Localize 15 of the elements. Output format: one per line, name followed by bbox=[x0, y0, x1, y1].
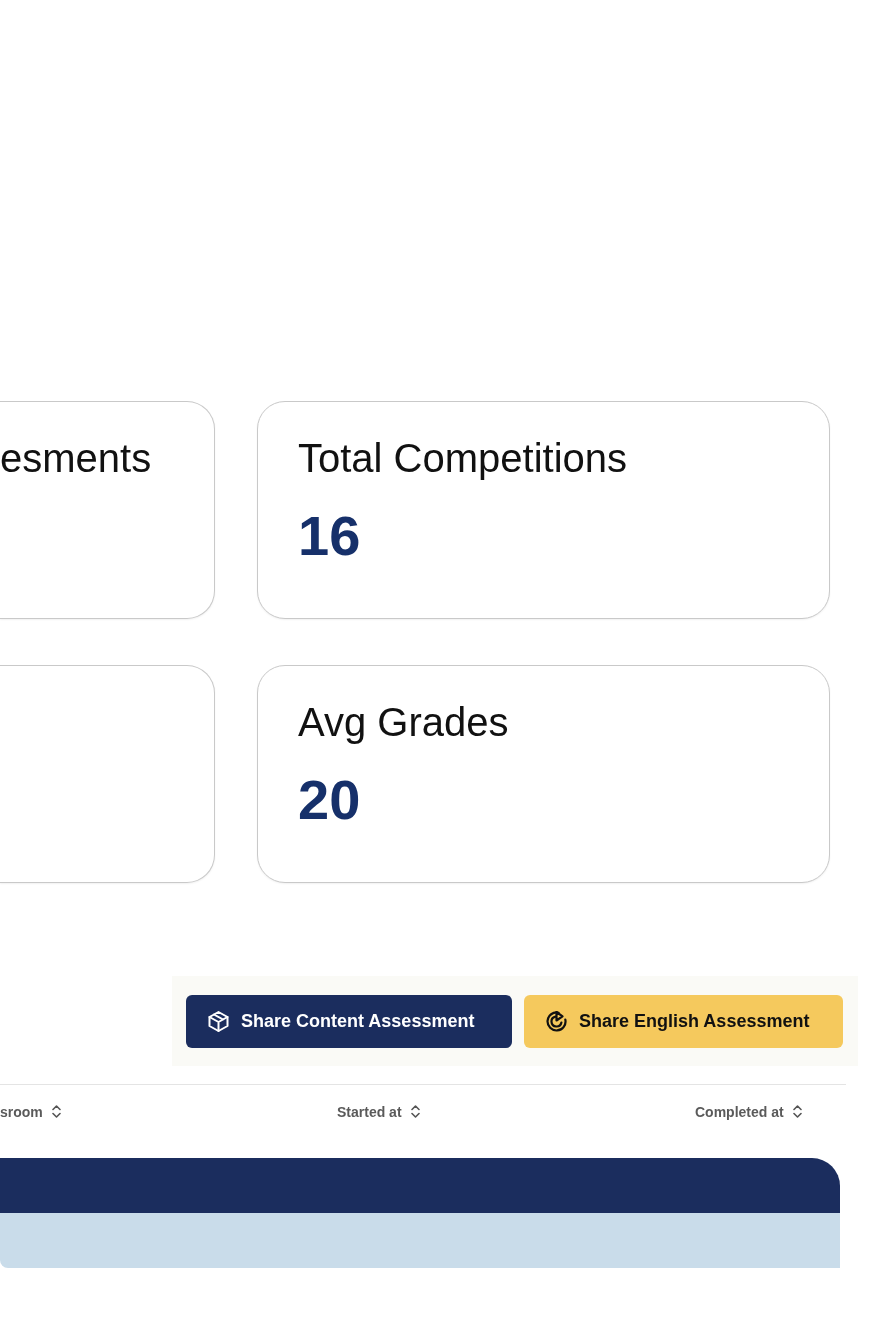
column-header[interactable]: Started at bbox=[337, 1103, 420, 1120]
stat-value: 16 bbox=[298, 504, 361, 568]
sort-icon bbox=[792, 1105, 802, 1118]
stat-label: Total Competitions bbox=[298, 435, 628, 482]
stat-value: 20 bbox=[298, 768, 361, 832]
column-header[interactable]: Completed at bbox=[695, 1103, 802, 1120]
share-button[interactable]: Share English Assessment bbox=[524, 995, 843, 1048]
sort-icon bbox=[410, 1105, 420, 1118]
sort-icon bbox=[51, 1105, 61, 1118]
share-button[interactable]: Share Content Assessment bbox=[186, 995, 512, 1048]
circular-arrow-icon bbox=[546, 1011, 567, 1032]
cube-icon bbox=[208, 1011, 229, 1032]
stat-label: esments bbox=[0, 435, 152, 482]
stat-label: Avg Grades bbox=[298, 699, 509, 746]
column-header[interactable]: sroom bbox=[0, 1103, 61, 1120]
